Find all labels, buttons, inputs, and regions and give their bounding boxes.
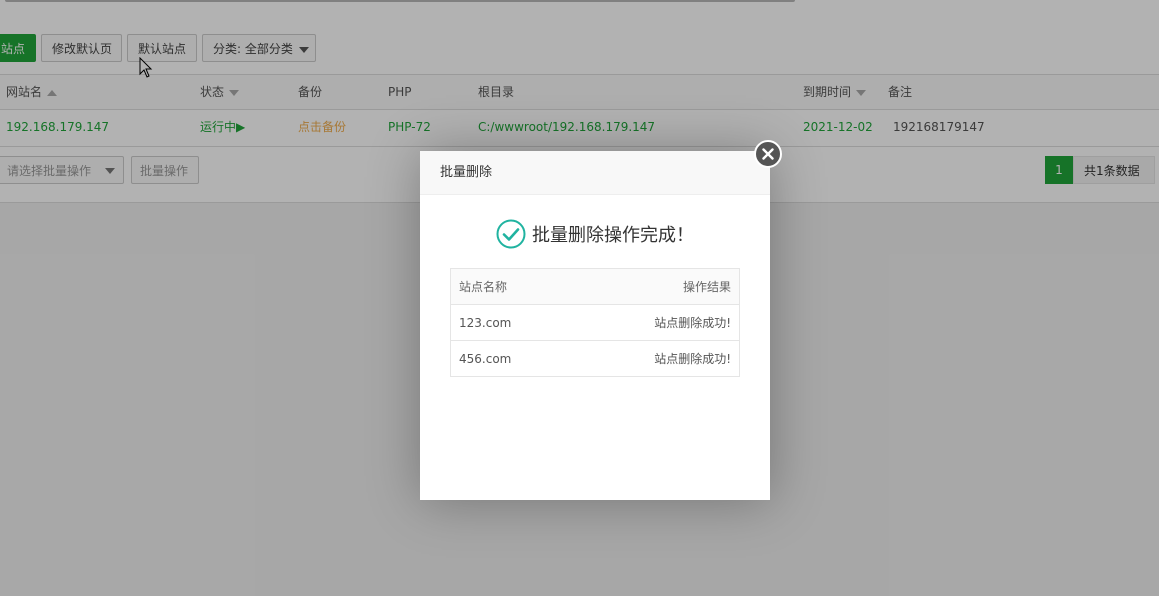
result-status: 站点删除成功! [571,340,741,377]
result-table-header: 站点名称 操作结果 [450,268,741,305]
result-table: 站点名称 操作结果 123.com 站点删除成功! 456.com 站点删除成功… [450,268,741,377]
success-check-icon [496,219,526,249]
success-message: 批量删除操作完成！ [532,225,694,246]
result-site-name: 456.com [450,340,572,377]
result-header-site-name: 站点名称 [450,268,572,305]
result-status: 站点删除成功! [571,304,741,341]
success-banner: 批量删除操作完成！ [420,219,770,251]
result-header-result: 操作结果 [571,268,741,305]
table-row: 456.com 站点删除成功! [450,340,741,377]
dialog-title: 批量删除 [420,151,770,195]
table-row: 123.com 站点删除成功! [450,304,741,341]
close-icon[interactable] [754,140,782,168]
result-site-name: 123.com [450,304,572,341]
batch-delete-dialog: 批量删除 批量删除操作完成！ 站点名称 操作结果 123.com 站点删除成功!… [420,151,770,500]
